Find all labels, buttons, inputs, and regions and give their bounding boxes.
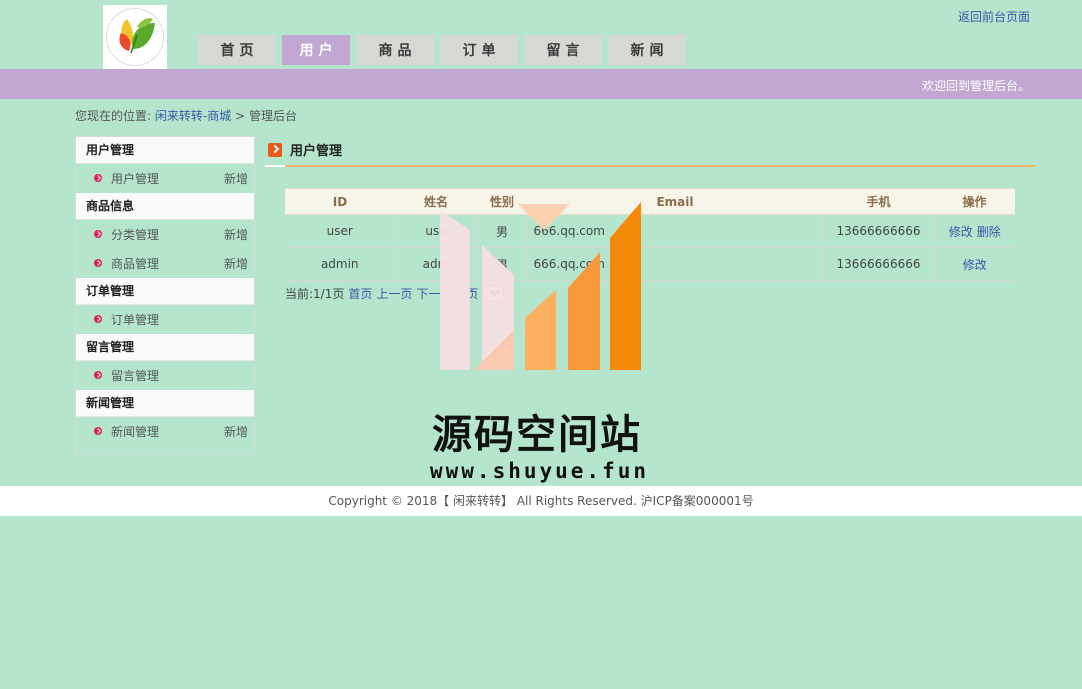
- pager-prev[interactable]: 上一页: [376, 285, 412, 302]
- arrow-bullet-icon: [94, 315, 102, 323]
- title-divider: [265, 165, 1035, 167]
- breadcrumb-prefix: 您现在的位置:: [75, 109, 152, 123]
- nav-messages[interactable]: 留言: [524, 35, 602, 65]
- nav-goods[interactable]: 商品: [356, 35, 434, 65]
- col-header-name: 姓名: [395, 188, 477, 215]
- breadcrumb-current: 管理后台: [248, 109, 297, 123]
- sidebar-item-label[interactable]: 订单管理: [111, 311, 159, 328]
- arrow-bullet-icon: [94, 371, 102, 379]
- back-to-frontend-link[interactable]: 返回前台页面: [958, 8, 1030, 25]
- sidebar-add-link[interactable]: 新增: [224, 255, 248, 272]
- leaf-logo-icon: [106, 8, 164, 66]
- edit-link[interactable]: 修改: [949, 225, 973, 239]
- pager-first[interactable]: 首页: [348, 285, 372, 302]
- nav-news[interactable]: 新闻: [608, 35, 686, 65]
- cell-phone: 13666666666: [823, 247, 935, 281]
- arrow-bullet-icon: [94, 259, 102, 267]
- table-header-row: ID 姓名 性别 Email 手机 操作: [285, 188, 1015, 215]
- page-title: 用户管理: [268, 140, 342, 159]
- breadcrumb: 您现在的位置: 闲来转转-商城 > 管理后台: [75, 107, 297, 124]
- cell-name: use: [395, 214, 478, 248]
- page-title-text: 用户管理: [290, 144, 343, 159]
- sidebar: 用户管理 用户管理 新增 商品信息 分类管理 新增 商品管理 新增 订单管理 订…: [75, 136, 255, 455]
- col-header-id: ID: [285, 188, 395, 215]
- sidebar-item-label[interactable]: 留言管理: [111, 367, 159, 384]
- sidebar-group-orders: 订单管理: [76, 278, 254, 305]
- copyright-text: Copyright © 2018【 闲来转转】 All Rights Reser…: [328, 494, 754, 508]
- table-row: admin adm 男 666.qq.com 13666666666 修改: [285, 247, 1015, 281]
- welcome-bar: 欢迎回到管理后台。: [0, 69, 1082, 99]
- pager-last[interactable]: 页: [466, 285, 478, 302]
- sidebar-item-news-management[interactable]: 新闻管理 新增: [76, 417, 254, 446]
- sidebar-item-label[interactable]: 商品管理: [111, 255, 159, 272]
- sidebar-group-users: 用户管理: [76, 137, 254, 164]
- col-header-phone: 手机: [823, 188, 934, 215]
- sidebar-item-goods-management[interactable]: 商品管理 新增: [76, 249, 254, 278]
- col-header-gender: 性别: [477, 188, 527, 215]
- sidebar-item-label[interactable]: 用户管理: [111, 170, 159, 187]
- cell-actions: 修改: [934, 247, 1015, 281]
- delete-link[interactable]: 删除: [977, 225, 1001, 239]
- sidebar-add-link[interactable]: 新增: [224, 170, 248, 187]
- cell-gender: 男: [477, 214, 528, 248]
- cell-id: user: [285, 214, 396, 248]
- sidebar-add-link[interactable]: 新增: [224, 226, 248, 243]
- arrow-bullet-icon: [94, 427, 102, 435]
- arrow-right-icon: [268, 142, 282, 157]
- cell-id: admin: [285, 247, 396, 281]
- edit-link[interactable]: 修改: [963, 258, 987, 272]
- breadcrumb-link-shop[interactable]: 闲来转转-商城: [155, 109, 231, 123]
- main-nav: 首页 用户 商品 订单 留言 新闻: [198, 35, 686, 65]
- watermark-title: 源码空间站: [432, 412, 642, 458]
- sidebar-item-category-management[interactable]: 分类管理 新增: [76, 220, 254, 249]
- sidebar-item-user-management[interactable]: 用户管理 新增: [76, 164, 254, 193]
- arrow-bullet-icon: [94, 174, 102, 182]
- cell-email: 666.qq.com: [527, 247, 824, 281]
- sidebar-item-order-management[interactable]: 订单管理: [76, 305, 254, 334]
- cell-gender: 男: [477, 247, 528, 281]
- sidebar-add-link[interactable]: 新增: [224, 423, 248, 440]
- watermark-url: www.shuyue.fun: [430, 459, 650, 483]
- sidebar-group-goods: 商品信息: [76, 193, 254, 220]
- welcome-text: 欢迎回到管理后台。: [921, 79, 1030, 93]
- footer: Copyright © 2018【 闲来转转】 All Rights Reser…: [0, 486, 1082, 516]
- col-header-email: Email: [527, 188, 823, 215]
- breadcrumb-separator: >: [235, 109, 246, 123]
- sidebar-item-message-management[interactable]: 留言管理: [76, 361, 254, 390]
- page-select[interactable]: [482, 285, 505, 302]
- cell-phone: 13666666666: [823, 214, 935, 248]
- col-header-actions: 操作: [934, 188, 1015, 215]
- nav-home[interactable]: 首页: [198, 35, 276, 65]
- pagination: 当前:1/1页 首页 上一页 下一 页: [285, 285, 505, 302]
- cell-name: adm: [395, 247, 478, 281]
- sidebar-group-news: 新闻管理: [76, 390, 254, 417]
- cell-email: 666.qq.com: [527, 214, 824, 248]
- sidebar-item-label[interactable]: 新闻管理: [111, 423, 159, 440]
- users-table: ID 姓名 性别 Email 手机 操作 user use 男 666.qq.c…: [285, 188, 1015, 281]
- sidebar-group-messages: 留言管理: [76, 334, 254, 361]
- arrow-bullet-icon: [94, 230, 102, 238]
- cell-actions: 修改 删除: [934, 214, 1015, 248]
- sidebar-item-label[interactable]: 分类管理: [111, 226, 159, 243]
- nav-users[interactable]: 用户: [282, 35, 350, 65]
- site-logo[interactable]: [103, 5, 167, 69]
- nav-orders[interactable]: 订单: [440, 35, 518, 65]
- pager-next[interactable]: 下一: [416, 285, 440, 302]
- table-row: user use 男 666.qq.com 13666666666 修改 删除: [285, 214, 1015, 248]
- pager-current: 当前:1/1页: [285, 287, 345, 301]
